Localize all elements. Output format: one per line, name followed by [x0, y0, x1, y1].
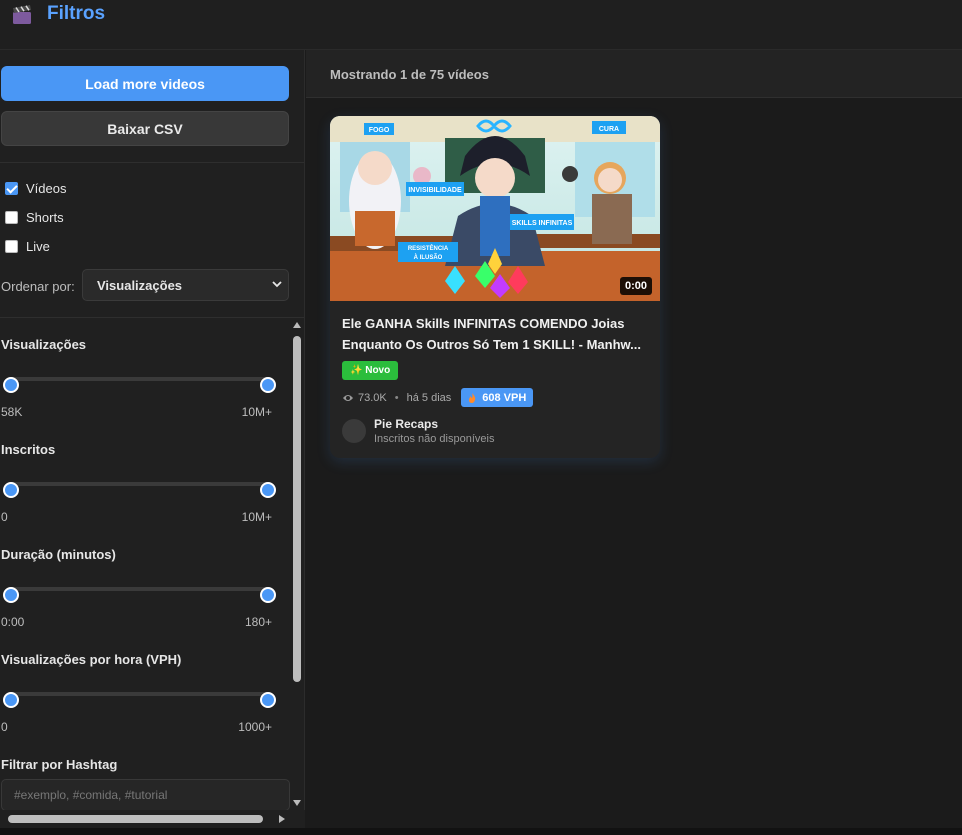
- vph-range-track[interactable]: [11, 692, 268, 696]
- duration-range-max-value: 180+: [244, 615, 272, 629]
- views-range-max-handle[interactable]: [260, 377, 276, 393]
- svg-text:SKILLS INFINITAS: SKILLS INFINITAS: [512, 220, 573, 227]
- svg-text:CURA: CURA: [599, 126, 619, 133]
- scroll-up-arrow-icon[interactable]: [293, 322, 301, 328]
- scrollbar-thumb[interactable]: [8, 815, 263, 823]
- scrollbar-thumb[interactable]: [293, 336, 301, 682]
- upload-age: há 5 dias: [406, 391, 452, 404]
- subscribers-range-max-handle[interactable]: [260, 482, 276, 498]
- video-card[interactable]: FOGO CURA INVISIBILIDADE SKILLS INFINITA…: [330, 116, 660, 458]
- filter-title-duration: Duração (minutos): [1, 547, 116, 562]
- duration-range-max-handle[interactable]: [260, 587, 276, 603]
- subscribers-range-min-value: 0: [1, 510, 8, 524]
- page-title: Filtros: [47, 3, 106, 24]
- checkbox-label: Live: [26, 239, 50, 254]
- load-more-videos-button[interactable]: Load more videos: [1, 66, 289, 101]
- divider: [0, 162, 304, 163]
- checkbox-videos[interactable]: Vídeos: [5, 181, 66, 196]
- fire-icon: [469, 392, 476, 403]
- scroll-right-arrow-icon[interactable]: [279, 815, 285, 823]
- svg-text:FOGO: FOGO: [369, 127, 390, 134]
- svg-text:INVISIBILIDADE: INVISIBILIDADE: [408, 187, 462, 194]
- vph-range-max-handle[interactable]: [260, 692, 276, 708]
- eye-icon: [343, 394, 353, 401]
- view-count: 73.0K: [358, 391, 387, 404]
- vph-value: 608 VPH: [482, 391, 527, 404]
- duration-range-min-value: 0:00: [1, 615, 25, 629]
- vph-range-max-value: 1000+: [238, 720, 272, 734]
- duration-range-track[interactable]: [11, 587, 268, 591]
- avatar[interactable]: [342, 419, 366, 443]
- sort-select[interactable]: Visualizações: [82, 269, 289, 301]
- app-header: Filtros: [0, 0, 962, 50]
- filter-title-subscribers: Inscritos: [1, 442, 56, 457]
- results-count: Mostrando 1 de 75 vídeos: [330, 67, 489, 82]
- views-range-track[interactable]: [11, 377, 268, 381]
- subscribers-range-track[interactable]: [11, 482, 268, 486]
- checkbox-shorts[interactable]: Shorts: [5, 210, 64, 225]
- hashtag-placeholder: #exemplo, #comida, #tutorial: [14, 788, 168, 802]
- channel-name[interactable]: Pie Recaps: [374, 417, 438, 431]
- duration-range-min-handle[interactable]: [3, 587, 19, 603]
- video-stats: 73.0K • há 5 dias 608 VPH: [342, 388, 534, 407]
- channel-subscribers: Inscritos não disponíveis: [374, 433, 495, 445]
- vph-range-min-handle[interactable]: [3, 692, 19, 708]
- separator-dot: •: [394, 391, 399, 404]
- views-range-max-value: 10M+: [241, 405, 272, 419]
- divider: [0, 317, 304, 318]
- checkbox[interactable]: [5, 182, 18, 195]
- checkbox-label: Shorts: [26, 210, 64, 225]
- video-title[interactable]: Ele GANHA Skills INFINITAS COMENDO Joias…: [342, 313, 652, 355]
- checkbox-live[interactable]: Live: [5, 239, 50, 254]
- views-range-min-handle[interactable]: [3, 377, 19, 393]
- chevron-down-icon: [272, 281, 282, 288]
- checkbox[interactable]: [5, 211, 18, 224]
- download-csv-button[interactable]: Baixar CSV: [1, 111, 289, 146]
- subscribers-range-min-handle[interactable]: [3, 482, 19, 498]
- svg-text:À ILUSÃO: À ILUSÃO: [414, 254, 443, 261]
- filter-title-hashtag: Filtrar por Hashtag: [1, 757, 118, 772]
- new-badge: ✨ Novo: [342, 361, 399, 380]
- results-bar: Mostrando 1 de 75 vídeos: [306, 50, 962, 98]
- views-range-min-value: 58K: [1, 405, 23, 419]
- sort-label: Ordenar por:: [1, 279, 75, 294]
- filter-title-views: Visualizações: [1, 337, 87, 352]
- sort-select-value: Visualizações: [97, 277, 183, 293]
- video-duration: 0:00: [619, 277, 652, 295]
- filter-title-vph: Visualizações por hora (VPH): [1, 652, 182, 667]
- bottom-strip: [0, 828, 962, 835]
- scroll-down-arrow-icon[interactable]: [293, 800, 301, 806]
- subscribers-range-max-value: 10M+: [241, 510, 272, 524]
- video-thumbnail[interactable]: FOGO CURA INVISIBILIDADE SKILLS INFINITA…: [330, 116, 660, 301]
- checkbox[interactable]: [5, 240, 18, 253]
- checkbox-label: Vídeos: [26, 181, 67, 196]
- vph-badge: 608 VPH: [461, 388, 534, 407]
- svg-text:RESISTÊNCIA: RESISTÊNCIA: [408, 244, 449, 252]
- vph-range-min-value: 0: [1, 720, 8, 734]
- clapperboard-icon: [13, 5, 31, 24]
- hashtag-input[interactable]: #exemplo, #comida, #tutorial: [1, 779, 290, 811]
- sidebar-horizontal-scrollbar[interactable]: [0, 810, 305, 828]
- sidebar-vertical-scrollbar[interactable]: [291, 320, 303, 810]
- filters-sidebar: Load more videos Baixar CSV Vídeos Short…: [0, 50, 305, 827]
